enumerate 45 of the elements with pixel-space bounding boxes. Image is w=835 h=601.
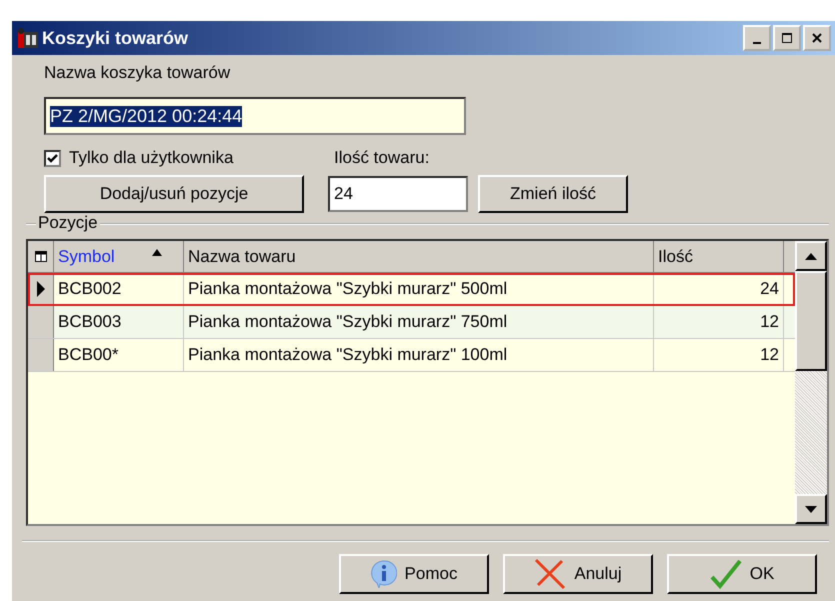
close-icon [811, 32, 823, 44]
maximize-button[interactable] [773, 25, 801, 51]
close-button[interactable] [803, 25, 831, 51]
basket-name-label: Nazwa koszyka towarów [44, 63, 232, 84]
maximize-icon [781, 32, 793, 44]
quantity-label: Ilość towaru: [334, 148, 430, 168]
table-row[interactable]: BCB003 Pianka montażowa "Szybki murarz" 750ml 12 [28, 306, 795, 339]
sort-arrow-icon [152, 249, 162, 256]
grid-menu-icon[interactable] [34, 251, 46, 262]
current-row-icon [36, 281, 46, 297]
ok-button[interactable]: OK [667, 554, 817, 594]
user-only-checkbox[interactable] [44, 150, 61, 166]
change-quantity-button[interactable]: Zmień ilość [478, 175, 628, 213]
window-title: Koszyki towarów [42, 28, 190, 48]
basket-name-field[interactable]: PZ 2/MG/2012 00:24:44 [44, 97, 466, 135]
group-label: Pozycje [36, 213, 100, 233]
minimize-icon [753, 42, 761, 44]
up-arrow-icon [805, 252, 817, 260]
add-remove-button[interactable]: Dodaj/usuń pozycje [44, 175, 304, 213]
down-arrow-icon [805, 506, 817, 512]
table-cell: 24 [654, 273, 784, 305]
app-icon [18, 28, 38, 48]
table-cell: Pianka montażowa "Szybki murarz" 500ml [184, 273, 654, 305]
user-only-label: Tylko dla użytkownika [69, 148, 234, 168]
cross-icon [534, 558, 566, 590]
quantity-field[interactable]: 24 [328, 176, 468, 212]
column-header[interactable]: Symbol [54, 241, 184, 272]
check-icon [46, 152, 59, 164]
help-button[interactable]: Pomoc [339, 554, 489, 594]
table-row[interactable]: BCB00* Pianka montażowa "Szybki murarz" 100ml 12 [28, 339, 795, 372]
table-cell: Pianka montażowa "Szybki murarz" 750ml [184, 306, 654, 338]
table-cell: BCB00* [54, 339, 184, 371]
column-header[interactable]: Ilość [654, 241, 784, 272]
table-cell: Pianka montażowa "Szybki murarz" 100ml [184, 339, 654, 371]
minimize-button[interactable] [743, 25, 771, 51]
table-cell: BCB002 [54, 273, 184, 305]
table-cell: 12 [654, 339, 784, 371]
scrollbar[interactable] [795, 241, 827, 524]
cancel-button[interactable]: Anuluj [503, 554, 653, 594]
info-icon [370, 560, 397, 588]
check-icon [710, 559, 742, 589]
column-header[interactable]: Nazwa towaru [184, 241, 654, 272]
table-cell: BCB003 [54, 306, 184, 338]
table-cell: 12 [654, 306, 784, 338]
table-row[interactable]: BCB002 Pianka montażowa "Szybki murarz" 500ml 24 [28, 273, 795, 306]
